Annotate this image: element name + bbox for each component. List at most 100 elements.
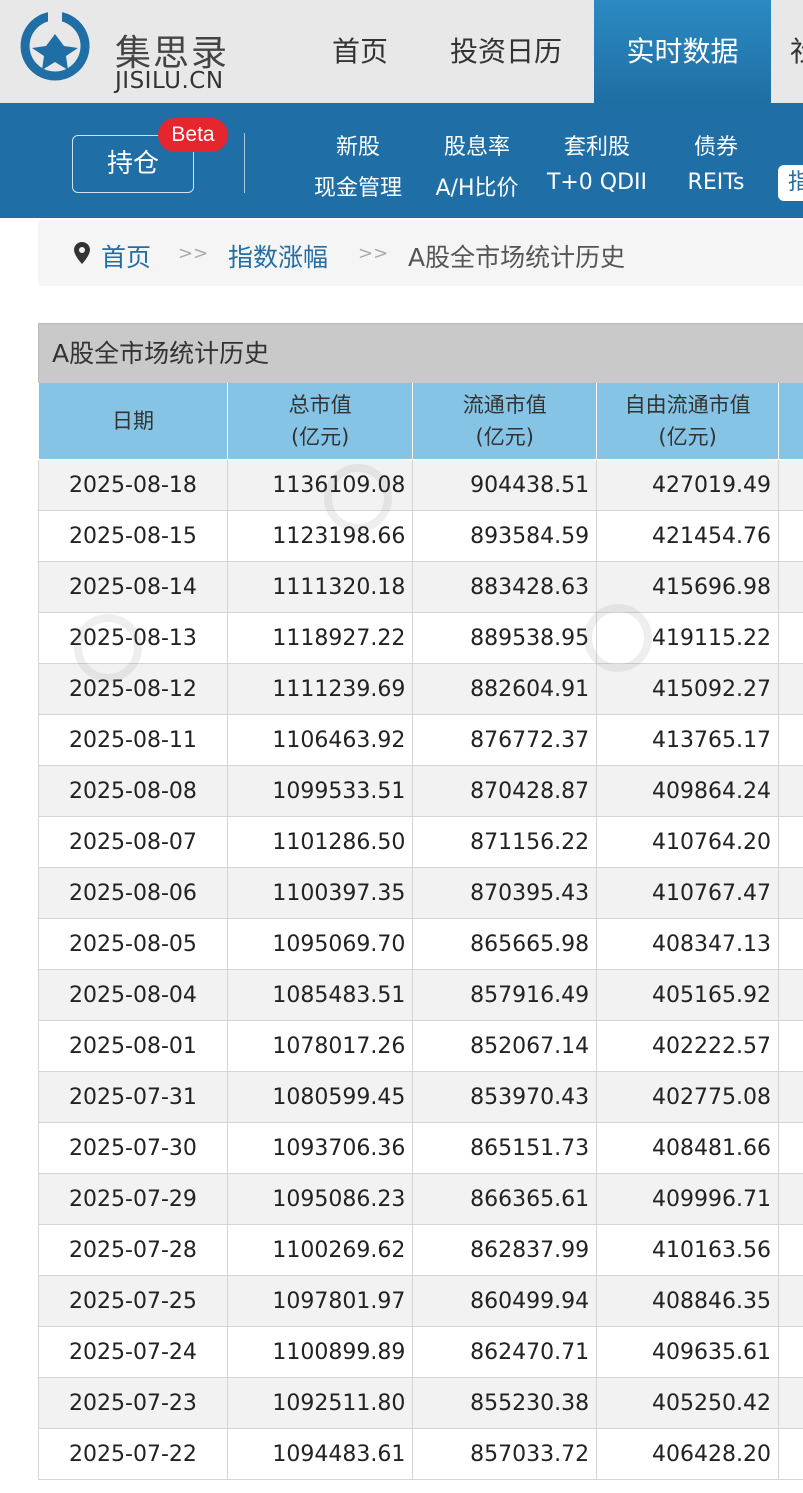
header-label: 自由流通市值 [625,393,751,417]
sub-link-t0-qdii[interactable]: T+0 QDII [537,170,657,195]
cell-total-market-cap: 1106463.92 [227,715,412,766]
market-stats-table: 日期 总市值(亿元) 流通市值(亿元) 自由流通市值 (亿元) 2025-08-1… [38,383,803,1480]
cell-float-market-cap: 865665.98 [413,919,597,970]
cell-free-float-market-cap: 402222.57 [597,1021,779,1072]
column-header-date[interactable]: 日期 [39,383,228,460]
sub-link-arbitrage[interactable]: 套利股 [537,129,657,161]
cell-free-float-market-cap: 406428.20 [597,1429,779,1480]
cell-free-float-market-cap: 408481.66 [597,1123,779,1174]
table-row[interactable]: 2025-08-051095069.70865665.98408347.13 [39,919,803,970]
table-row[interactable]: 2025-07-231092511.80855230.38405250.42 [39,1378,803,1429]
cell-total-market-cap: 1078017.26 [227,1021,412,1072]
cell-next-column [779,1378,803,1429]
table-header-row: 日期 总市值(亿元) 流通市值(亿元) 自由流通市值 (亿元) [39,383,803,460]
table-row[interactable]: 2025-08-011078017.26852067.14402222.57 [39,1021,803,1072]
cell-float-market-cap: 862837.99 [413,1225,597,1276]
column-header-next[interactable] [779,383,803,460]
table-row[interactable]: 2025-08-141111320.18883428.63415696.98 [39,562,803,613]
table-row[interactable]: 2025-07-291095086.23866365.61409996.71 [39,1174,803,1225]
cell-date: 2025-08-04 [39,970,228,1021]
cell-float-market-cap: 871156.22 [413,817,597,868]
table-row[interactable]: 2025-08-151123198.66893584.59421454.76 [39,511,803,562]
nav-home[interactable]: 首页 [318,0,402,103]
table-row[interactable]: 2025-07-311080599.45853970.43402775.08 [39,1072,803,1123]
sub-link-bonds[interactable]: 债券 [656,129,776,161]
sub-link-reits[interactable]: REITs [656,170,776,195]
cell-float-market-cap: 855230.38 [413,1378,597,1429]
sub-link-index[interactable]: 指 [778,165,803,201]
cell-total-market-cap: 1092511.80 [227,1378,412,1429]
cell-free-float-market-cap: 410163.56 [597,1225,779,1276]
cell-date: 2025-08-11 [39,715,228,766]
cell-float-market-cap: 852067.14 [413,1021,597,1072]
cell-next-column [779,613,803,664]
cell-date: 2025-07-31 [39,1072,228,1123]
breadcrumb-home[interactable]: 首页 [101,238,151,274]
cell-next-column [779,1429,803,1480]
sub-link-ah-ratio[interactable]: A/H比价 [417,170,537,202]
beta-badge: Beta [158,118,228,152]
cell-float-market-cap: 870428.87 [413,766,597,817]
nav-community[interactable]: 社 [790,0,803,103]
column-header-float-market-cap[interactable]: 流通市值(亿元) [413,383,597,460]
table-row[interactable]: 2025-08-071101286.50871156.22410764.20 [39,817,803,868]
nav-realtime-data[interactable]: 实时数据 [594,0,771,103]
cell-total-market-cap: 1099533.51 [227,766,412,817]
cell-next-column [779,664,803,715]
logo-icon [20,10,90,86]
cell-free-float-market-cap: 409864.24 [597,766,779,817]
breadcrumb-index-change[interactable]: 指数涨幅 [228,238,328,274]
table-row[interactable]: 2025-08-111106463.92876772.37413765.17 [39,715,803,766]
cell-total-market-cap: 1095086.23 [227,1174,412,1225]
table-row[interactable]: 2025-07-241100899.89862470.71409635.61 [39,1327,803,1378]
cell-free-float-market-cap: 402775.08 [597,1072,779,1123]
table-row[interactable]: 2025-08-131118927.22889538.95419115.22 [39,613,803,664]
sub-link-new-stock[interactable]: 新股 [298,129,418,161]
cell-free-float-market-cap: 415092.27 [597,664,779,715]
cell-next-column [779,1072,803,1123]
cell-total-market-cap: 1094483.61 [227,1429,412,1480]
cell-free-float-market-cap: 410764.20 [597,817,779,868]
table-row[interactable]: 2025-07-281100269.62862837.99410163.56 [39,1225,803,1276]
cell-float-market-cap: 860499.94 [413,1276,597,1327]
sub-link-dividend-yield[interactable]: 股息率 [417,129,537,161]
table-row[interactable]: 2025-07-221094483.61857033.72406428.20 [39,1429,803,1480]
cell-free-float-market-cap: 408347.13 [597,919,779,970]
table-row[interactable]: 2025-08-181136109.08904438.51427019.49 [39,460,803,511]
header-unit: (亿元) [476,425,534,449]
cell-date: 2025-08-12 [39,664,228,715]
cell-float-market-cap: 893584.59 [413,511,597,562]
cell-next-column [779,1276,803,1327]
brand-name-en: JISILU.CN [115,68,224,94]
cell-date: 2025-08-05 [39,919,228,970]
cell-free-float-market-cap: 410767.47 [597,868,779,919]
table-row[interactable]: 2025-08-061100397.35870395.43410767.47 [39,868,803,919]
cell-total-market-cap: 1085483.51 [227,970,412,1021]
cell-next-column [779,919,803,970]
cell-free-float-market-cap: 408846.35 [597,1276,779,1327]
cell-date: 2025-07-25 [39,1276,228,1327]
cell-free-float-market-cap: 413765.17 [597,715,779,766]
table-row[interactable]: 2025-07-251097801.97860499.94408846.35 [39,1276,803,1327]
table-row[interactable]: 2025-08-041085483.51857916.49405165.92 [39,970,803,1021]
cell-free-float-market-cap: 421454.76 [597,511,779,562]
table-row[interactable]: 2025-08-081099533.51870428.87409864.24 [39,766,803,817]
table-row[interactable]: 2025-07-301093706.36865151.73408481.66 [39,1123,803,1174]
breadcrumb-separator: >> [178,243,208,264]
cell-total-market-cap: 1136109.08 [227,460,412,511]
site-logo[interactable]: 集思录 JISILU.CN [20,10,220,90]
cell-float-market-cap: 857033.72 [413,1429,597,1480]
cell-free-float-market-cap: 419115.22 [597,613,779,664]
column-header-total-market-cap[interactable]: 总市值(亿元) [227,383,412,460]
sub-link-cash-management[interactable]: 现金管理 [298,170,418,202]
cell-next-column [779,1174,803,1225]
cell-date: 2025-08-18 [39,460,228,511]
column-header-free-float-market-cap[interactable]: 自由流通市值 (亿元) [597,383,779,460]
header-unit: (亿元) [658,425,716,449]
nav-investment-calendar[interactable]: 投资日历 [438,0,574,103]
table-row[interactable]: 2025-08-121111239.69882604.91415092.27 [39,664,803,715]
cell-date: 2025-08-14 [39,562,228,613]
cell-float-market-cap: 866365.61 [413,1174,597,1225]
cell-date: 2025-08-15 [39,511,228,562]
table-caption: A股全市场统计历史 [38,323,803,383]
